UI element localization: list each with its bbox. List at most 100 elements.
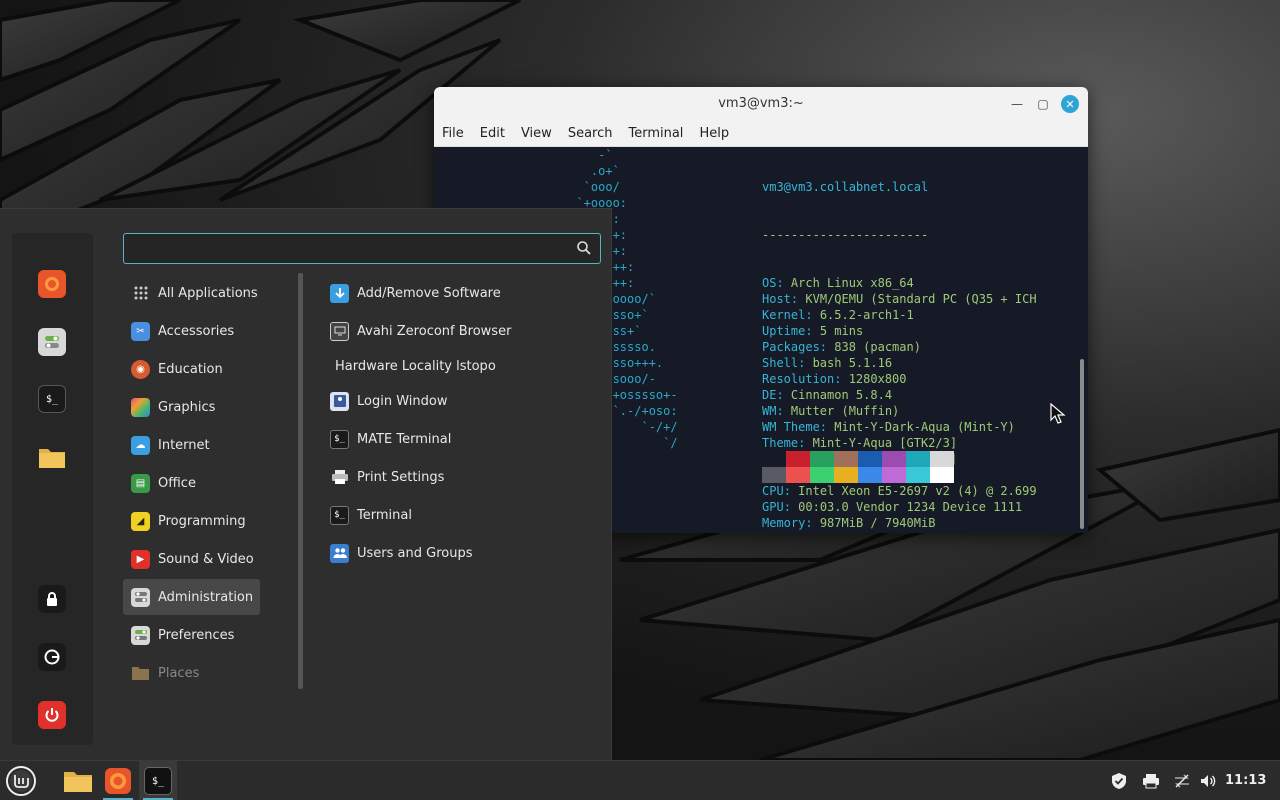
app-terminal[interactable]: $_ Terminal: [325, 497, 605, 533]
info-value: Cinnamon 5.8.4: [783, 388, 893, 402]
info-value: Mint-Y-Aqua [GTK2/3]: [805, 436, 958, 450]
lock-screen-icon[interactable]: [38, 585, 66, 613]
info-key: DE: [762, 388, 777, 402]
info-line: Memory: 987MiB / 7940MiB: [762, 516, 936, 530]
preferences-toggle-icon: [131, 625, 150, 645]
programming-icon: ◢: [131, 511, 150, 531]
palette-swatch: [762, 467, 786, 483]
menu-search[interactable]: Search: [568, 126, 613, 141]
power-icon[interactable]: [38, 701, 66, 729]
category-internet[interactable]: ☁ Internet: [123, 427, 260, 463]
category-graphics[interactable]: Graphics: [123, 389, 260, 425]
info-value: 00:03.0 Vendor 1234 Device 1111: [790, 500, 1023, 514]
palette-swatch: [858, 451, 882, 467]
category-scrollbar[interactable]: [298, 273, 303, 689]
terminal-icon[interactable]: $_: [38, 385, 66, 413]
category-programming[interactable]: ◢ Programming: [123, 503, 260, 539]
category-places[interactable]: Places: [123, 655, 260, 691]
info-key: Packages: [762, 340, 820, 354]
palette-swatch: [930, 467, 954, 483]
clock[interactable]: 11:13: [1225, 773, 1266, 788]
folder-icon[interactable]: [38, 443, 66, 471]
scroll-thumb[interactable]: [1080, 359, 1084, 529]
category-office[interactable]: ▤ Office: [123, 465, 260, 501]
app-hardware-locality-lstopo[interactable]: Hardware Locality lstopo: [325, 348, 605, 384]
search-icon[interactable]: [576, 240, 592, 256]
palette-swatch: [906, 451, 930, 467]
info-line: Uptime: 5 mins: [762, 324, 864, 338]
printer-icon: [330, 468, 349, 487]
monitor-icon: [330, 321, 349, 341]
info-key: GPU: [762, 500, 784, 514]
info-key: OS: [762, 276, 777, 290]
terminal-taskbar-icon[interactable]: $_: [139, 761, 177, 800]
education-icon: ◉: [131, 359, 150, 379]
info-line: Packages: 838 (pacman): [762, 340, 921, 354]
info-value: Intel Xeon E5-2697 v2 (4) @ 2.699: [790, 484, 1037, 498]
grid-icon: [131, 284, 150, 303]
category-administration[interactable]: Administration: [123, 579, 260, 615]
info-key: Theme: [762, 436, 799, 450]
palette-swatch: [786, 451, 810, 467]
close-button[interactable]: ✕: [1061, 95, 1079, 113]
volume-icon[interactable]: [1199, 772, 1217, 790]
category-preferences[interactable]: Preferences: [123, 617, 260, 653]
shield-icon[interactable]: [1110, 772, 1128, 790]
app-avahi-zeroconf-browser[interactable]: Avahi Zeroconf Browser: [325, 313, 605, 349]
app-add-remove-software[interactable]: Add/Remove Software: [325, 275, 605, 311]
mouse-cursor-icon: [1050, 402, 1068, 429]
info-value: bash 5.1.16: [805, 356, 893, 370]
separator: -----------------------: [762, 228, 929, 242]
info-line: WM Theme: Mint-Y-Dark-Aqua (Mint-Y): [762, 420, 1015, 434]
menu-view[interactable]: View: [521, 126, 552, 141]
search-input[interactable]: [132, 238, 572, 260]
mate-terminal-icon: $_: [330, 429, 349, 449]
login-window-icon: [330, 391, 349, 411]
app-print-settings[interactable]: Print Settings: [325, 459, 605, 495]
info-value: Mint-Y-Dark-Aqua (Mint-Y): [827, 420, 1015, 434]
menu-help[interactable]: Help: [699, 126, 729, 141]
printer-tray-icon[interactable]: [1142, 772, 1160, 790]
terminal-menubar: File Edit View Search Terminal Help: [434, 120, 1088, 147]
settings-toggle-icon[interactable]: [38, 328, 66, 356]
info-line: Shell: bash 5.1.16: [762, 356, 893, 370]
files-launcher-icon[interactable]: [59, 761, 97, 800]
palette-swatch: [882, 451, 906, 467]
palette-swatch: [858, 467, 882, 483]
info-line: CPU: Intel Xeon E5-2697 v2 (4) @ 2.699: [762, 484, 1037, 498]
network-icon[interactable]: [1173, 772, 1191, 790]
palette-swatch: [882, 467, 906, 483]
firefox-launcher-icon[interactable]: [99, 761, 137, 800]
info-key: Uptime: [762, 324, 806, 338]
app-mate-terminal[interactable]: $_ MATE Terminal: [325, 421, 605, 457]
terminal-scrollbar[interactable]: [1078, 147, 1086, 533]
favorites-sidebar: $_: [12, 233, 93, 745]
places-folder-icon: [131, 664, 150, 683]
minimize-button[interactable]: —: [1008, 95, 1026, 113]
menu-terminal[interactable]: Terminal: [628, 126, 683, 141]
info-value: 1280x800: [841, 372, 907, 386]
color-palette: [762, 451, 954, 483]
category-all-applications[interactable]: All Applications: [123, 275, 260, 311]
info-key: Shell: [762, 356, 799, 370]
info-key: WM: [762, 404, 777, 418]
info-line: Host: KVM/QEMU (Standard PC (Q35 + ICH: [762, 292, 1037, 306]
menu-edit[interactable]: Edit: [480, 126, 505, 141]
category-accessories[interactable]: ✂ Accessories: [123, 313, 260, 349]
info-line: WM: Mutter (Muffin): [762, 404, 900, 418]
menu-search-box[interactable]: [123, 233, 601, 264]
palette-swatch: [786, 467, 810, 483]
app-login-window[interactable]: Login Window: [325, 383, 605, 419]
category-sound-video[interactable]: ▶ Sound & Video: [123, 541, 260, 577]
logout-icon[interactable]: [38, 643, 66, 671]
terminal-titlebar[interactable]: vm3@vm3:~ — ▢ ✕: [434, 87, 1088, 120]
firefox-icon[interactable]: [38, 270, 66, 298]
app-users-and-groups[interactable]: Users and Groups: [325, 535, 605, 571]
category-education[interactable]: ◉ Education: [123, 351, 260, 387]
palette-swatch: [810, 451, 834, 467]
palette-swatch: [834, 451, 858, 467]
info-value: Mutter (Muffin): [783, 404, 900, 418]
menu-button[interactable]: [2, 761, 40, 800]
maximize-button[interactable]: ▢: [1034, 95, 1052, 113]
menu-file[interactable]: File: [442, 126, 464, 141]
